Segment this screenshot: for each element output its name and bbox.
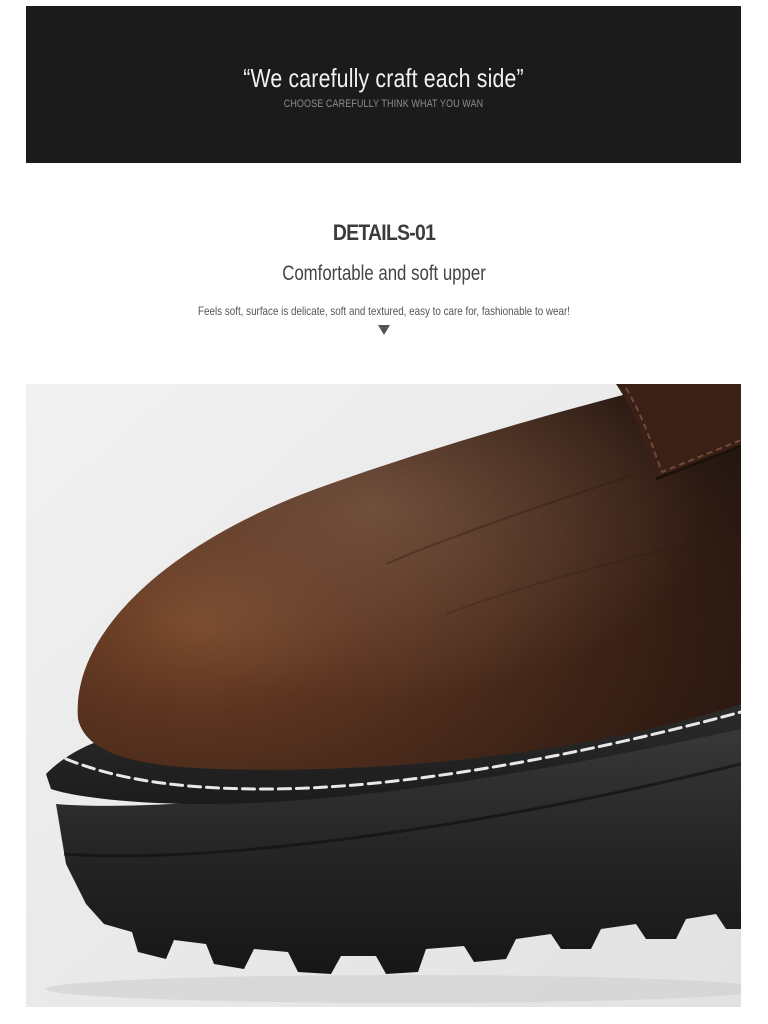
quote-banner: “We carefully craft each side” CHOOSE CA…	[26, 6, 741, 163]
shoe-detail-photo	[26, 384, 741, 1007]
shoe-illustration	[26, 384, 741, 1007]
details-heading: DETAILS-01	[332, 220, 436, 245]
banner-tagline: CHOOSE CAREFULLY THINK WHAT YOU WAN	[283, 98, 484, 110]
banner-quote: “We carefully craft each side”	[243, 63, 524, 93]
down-triangle-icon	[378, 325, 390, 335]
floor-shadow	[46, 975, 741, 1003]
details-subtitle: Comfortable and soft upper	[282, 262, 486, 285]
details-description: Feels soft, surface is delicate, soft an…	[198, 304, 570, 318]
product-detail-page: “We carefully craft each side” CHOOSE CA…	[0, 0, 768, 1024]
